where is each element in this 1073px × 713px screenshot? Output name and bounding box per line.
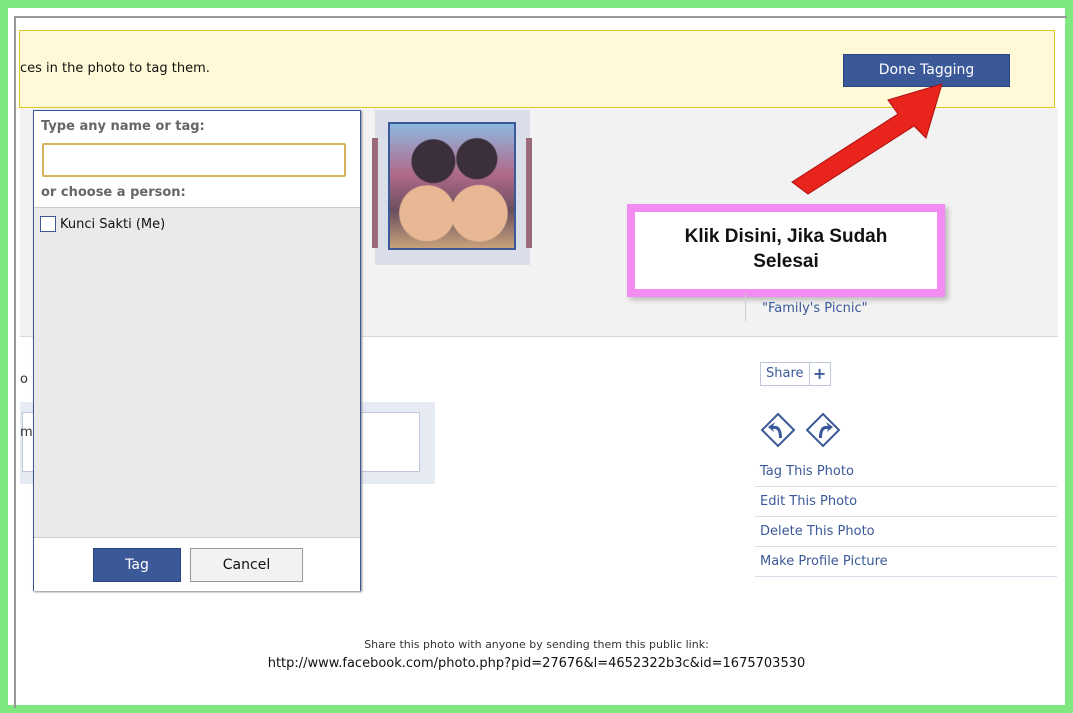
tag-this-photo-link[interactable]: Tag This Photo <box>755 457 1057 487</box>
next-photo-edge[interactable] <box>526 138 532 248</box>
tag-name-heading: Type any name or tag: <box>41 119 205 134</box>
share-link-caption: Share this photo with anyone by sending … <box>364 638 709 651</box>
prev-photo-edge[interactable] <box>372 138 378 248</box>
photo-thumbnail[interactable] <box>388 122 516 250</box>
rotate-right-icon[interactable] <box>805 412 841 448</box>
public-link-url[interactable]: http://www.facebook.com/photo.php?pid=27… <box>0 656 1073 671</box>
share-button[interactable]: Share + <box>760 362 831 386</box>
instruction-callout: Klik Disini, Jika Sudah Selesai <box>627 204 945 297</box>
callout-line-2: Selesai <box>753 251 819 272</box>
photo-actions: Tag This Photo Edit This Photo Delete Th… <box>755 457 1057 577</box>
person-list-item[interactable]: Kunci Sakti (Me) <box>40 216 165 232</box>
delete-this-photo-link[interactable]: Delete This Photo <box>755 517 1057 547</box>
rotate-left-icon[interactable] <box>760 412 796 448</box>
tag-dialog: Type any name or tag: or choose a person… <box>33 110 361 591</box>
cancel-button[interactable]: Cancel <box>190 548 303 582</box>
clipped-text-fragment: m <box>20 425 33 440</box>
person-checkbox[interactable] <box>40 216 56 232</box>
person-name: Kunci Sakti (Me) <box>60 216 166 232</box>
make-profile-picture-link[interactable]: Make Profile Picture <box>755 547 1057 577</box>
tag-name-input[interactable] <box>42 143 346 177</box>
clipped-text-fragment: o <box>20 372 28 387</box>
share-label: Share <box>761 363 810 385</box>
callout-line-1: Klik Disini, Jika Sudah <box>684 226 888 247</box>
plus-icon: + <box>812 364 827 383</box>
tag-dialog-footer: Tag Cancel <box>34 537 360 591</box>
person-list[interactable]: Kunci Sakti (Me) <box>34 207 360 538</box>
red-arrow-icon <box>791 83 943 195</box>
album-link[interactable]: "Family's Picnic" <box>745 293 868 321</box>
notice-text: ces in the photo to tag them. <box>20 61 210 76</box>
edit-this-photo-link[interactable]: Edit This Photo <box>755 487 1057 517</box>
tag-button[interactable]: Tag <box>93 548 181 582</box>
choose-person-heading: or choose a person: <box>41 185 186 200</box>
